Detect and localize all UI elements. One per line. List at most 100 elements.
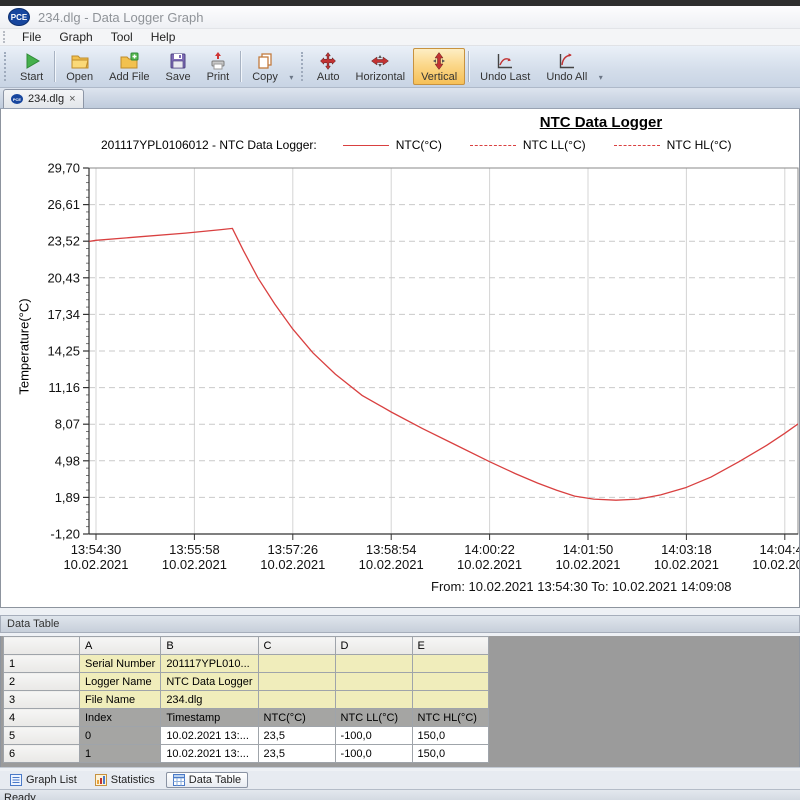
plot-svg[interactable]: 13:54:3010.02.202113:55:5810.02.202113:5… [1, 109, 799, 606]
tab-close-icon[interactable]: × [69, 94, 75, 104]
x-tick-date: 10.02.2021 [752, 557, 799, 572]
table-cell[interactable]: Serial Number [80, 655, 161, 673]
button-label: Add File [109, 71, 149, 83]
document-tab[interactable]: PCE 234.dlg × [3, 89, 84, 108]
menu-help[interactable]: Help [142, 30, 185, 44]
table-cell[interactable] [412, 673, 488, 691]
y-tick-label: 4,98 [55, 453, 80, 468]
toolbar-separator [240, 51, 241, 82]
table-column-header[interactable]: B [161, 637, 258, 655]
open-button[interactable]: Open [58, 48, 101, 85]
legend-line-dashed [470, 145, 516, 146]
x-tick-time: 13:57:26 [267, 542, 318, 557]
y-tick-label: 23,52 [47, 234, 80, 249]
tab-statistics[interactable]: Statistics [88, 772, 162, 788]
legend-item-hl: NTC HL(°C) [614, 138, 732, 152]
start-button[interactable]: Start [12, 48, 51, 85]
menu-grip-handle[interactable] [3, 31, 8, 43]
table-cell[interactable] [412, 691, 488, 709]
undo-all-button[interactable]: Undo All [538, 48, 595, 85]
y-tick-label: 17,34 [47, 307, 80, 322]
auto-zoom-button[interactable]: Auto [309, 48, 348, 85]
table-cell[interactable]: 23,5 [258, 727, 335, 745]
table-cell[interactable]: 201117YPL010... [161, 655, 258, 673]
table-row-number[interactable]: 6 [4, 745, 80, 763]
x-tick-time: 14:01:50 [563, 542, 614, 557]
menu-tool[interactable]: Tool [102, 30, 142, 44]
table-cell[interactable] [258, 673, 335, 691]
table-corner-cell[interactable] [4, 637, 80, 655]
data-table-panel-header[interactable]: Data Table [0, 615, 800, 633]
menu-graph[interactable]: Graph [50, 30, 101, 44]
table-cell[interactable] [335, 691, 412, 709]
table-cell[interactable]: 150,0 [412, 745, 488, 763]
table-cell[interactable] [335, 673, 412, 691]
table-cell[interactable] [335, 655, 412, 673]
table-row-number[interactable]: 3 [4, 691, 80, 709]
table-cell[interactable]: 1 [80, 745, 161, 763]
toolbar-overflow-button[interactable]: ▾ [286, 48, 297, 85]
table-cell[interactable]: NTC HL(°C) [412, 709, 488, 727]
table-cell[interactable]: 234.dlg [161, 691, 258, 709]
table-row: 2Logger NameNTC Data Logger [4, 673, 489, 691]
tab-graph-list[interactable]: Graph List [3, 772, 84, 788]
table-column-header[interactable]: A [80, 637, 161, 655]
button-label: Start [20, 71, 43, 83]
table-cell[interactable]: NTC LL(°C) [335, 709, 412, 727]
x-tick-time: 14:00:22 [464, 542, 515, 557]
table-cell[interactable]: -100,0 [335, 745, 412, 763]
document-tab-label: 234.dlg [28, 93, 64, 105]
table-cell[interactable]: 0 [80, 727, 161, 745]
table-cell[interactable]: Logger Name [80, 673, 161, 691]
copy-button[interactable]: Copy [244, 48, 286, 85]
vertical-zoom-button[interactable]: Vertical [413, 48, 465, 85]
table-row-number[interactable]: 1 [4, 655, 80, 673]
table-cell[interactable]: File Name [80, 691, 161, 709]
menu-file[interactable]: File [13, 30, 50, 44]
table-row-number[interactable]: 4 [4, 709, 80, 727]
toolbar-overflow-button[interactable]: ▾ [595, 48, 606, 85]
copy-icon [255, 51, 275, 71]
menu-bar: File Graph Tool Help [0, 29, 800, 46]
table-row-number[interactable]: 5 [4, 727, 80, 745]
table-cell[interactable]: Index [80, 709, 161, 727]
panel-splitter[interactable] [0, 608, 800, 615]
auto-arrows-icon [318, 51, 338, 71]
toolbar-grip-handle[interactable] [301, 52, 307, 81]
toolbar-separator [468, 51, 469, 82]
data-table-body: ABCDE1Serial Number201117YPL010...2Logge… [4, 637, 489, 763]
table-cell[interactable] [258, 691, 335, 709]
table-cell[interactable] [258, 655, 335, 673]
table-column-header[interactable]: D [335, 637, 412, 655]
table-cell[interactable]: NTC(°C) [258, 709, 335, 727]
save-button[interactable]: Save [158, 48, 199, 85]
button-label: Undo Last [480, 71, 530, 83]
table-cell[interactable]: 150,0 [412, 727, 488, 745]
table-cell[interactable]: 23,5 [258, 745, 335, 763]
tab-data-table[interactable]: Data Table [166, 772, 248, 788]
x-tick-time: 14:03:18 [661, 542, 712, 557]
vertical-arrows-icon [429, 51, 449, 71]
horizontal-zoom-button[interactable]: Horizontal [348, 48, 414, 85]
table-cell[interactable] [412, 655, 488, 673]
x-tick-time: 13:55:58 [169, 542, 220, 557]
table-row: 5010.02.2021 13:...23,5-100,0150,0 [4, 727, 489, 745]
chart-panel: 13:54:3010.02.202113:55:5810.02.202113:5… [0, 109, 800, 608]
table-cell[interactable]: Timestamp [161, 709, 258, 727]
button-label: Auto [317, 71, 340, 83]
toolbar: Start Open Add File Save Print Copy ▾ Au… [0, 46, 800, 88]
toolbar-grip-handle[interactable] [4, 52, 10, 81]
table-cell[interactable]: 10.02.2021 13:... [161, 727, 258, 745]
table-column-header[interactable]: E [412, 637, 488, 655]
undo-all-icon [557, 51, 577, 71]
table-column-header[interactable]: C [258, 637, 335, 655]
undo-last-button[interactable]: Undo Last [472, 48, 538, 85]
table-cell[interactable]: 10.02.2021 13:... [161, 745, 258, 763]
table-row-number[interactable]: 2 [4, 673, 80, 691]
print-button[interactable]: Print [199, 48, 238, 85]
table-cell[interactable]: NTC Data Logger [161, 673, 258, 691]
table-cell[interactable]: -100,0 [335, 727, 412, 745]
legend-prefix: 201117YPL0106012 - NTC Data Logger: [101, 138, 317, 152]
add-file-button[interactable]: Add File [101, 48, 157, 85]
y-tick-label: 26,61 [47, 197, 80, 212]
